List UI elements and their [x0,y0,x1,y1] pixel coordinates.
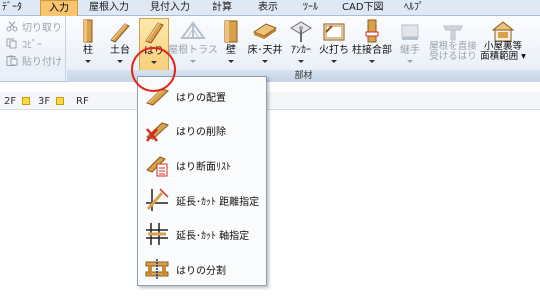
brace-icon [323,23,345,41]
floor-3f-label: 3F [38,95,51,107]
floor-ceiling-icon [252,23,278,39]
menu-item-label: 延長･ｶｯﾄ 軸指定 [176,230,250,242]
attic-area-label-line2: 面積範囲 [480,51,519,62]
scissors-icon [6,21,18,32]
joint-button[interactable]: 継手 [395,18,425,72]
clipboard-group: 切り取り ｺﾋﾟｰ 貼り付け [0,16,66,82]
tab-data[interactable]: ﾃﾞｰﾀ [2,0,42,16]
menu-item-label: はりの配置 [176,92,226,104]
roof-beam-button[interactable]: 屋根を直接 受けるはり [429,18,477,72]
menu-item-label: はりの分割 [176,265,226,277]
chevron-down-icon [117,60,123,63]
floor-2f[interactable]: 2F [4,94,31,108]
beam-dropdown-menu: はりの配置 はりの削除 はり断面ﾘｽﾄ 延長･ｶｯﾄ 距離指定 延長･ｶｯﾄ 軸… [137,76,267,286]
tab-input[interactable]: 入力 [40,0,78,16]
tab-view[interactable]: 表示 [258,0,288,16]
tab-tools[interactable]: ﾂｰﾙ [303,0,333,16]
attic-area-label: 小屋裏等 面積範囲 ▾ [480,41,526,62]
floor-rf[interactable]: RF [76,94,89,108]
roof-truss-button[interactable]: 屋根トラス [168,18,218,72]
copy-icon [6,38,17,49]
ribbon: 切り取り ｺﾋﾟｰ 貼り付け 柱 土台 はり 屋根トラス 壁 床･天井 ｱﾝｶｰ… [0,16,540,82]
wall-icon [224,20,238,43]
floor-2f-label: 2F [4,95,17,107]
menu-item-extend-cut-distance[interactable]: 延長･ｶｯﾄ 距離指定 [141,185,263,215]
menu-bar: ﾃﾞｰﾀ 入力 屋根入力 見付入力 計算 表示 ﾂｰﾙ CAD下図 ﾍﾙﾌﾟ [0,0,540,16]
beam-delete-icon [146,122,169,142]
chevron-down-icon [331,60,337,63]
floor-ceiling-button[interactable]: 床･天井 [247,18,283,72]
chevron-down-icon [190,60,196,63]
paste-icon [6,55,18,66]
floor-3f[interactable]: 3F [38,94,65,108]
floor-bar: 2F 3F RF [0,92,540,110]
column-joint-icon [365,19,379,43]
roof-beam-label-line2: 受けるはり [429,51,477,62]
menu-item-label: 延長･ｶｯﾄ 距離指定 [176,196,260,208]
extend-cut-axis-icon [146,223,168,245]
tab-elevation-input[interactable]: 見付入力 [150,0,200,16]
highlight-circle [131,47,176,92]
chevron-down-icon [262,60,268,63]
tab-calculation[interactable]: 計算 [212,0,242,16]
roof-truss-icon [180,21,206,39]
menu-item-beam-split[interactable]: はりの分割 [141,254,263,284]
chevron-down-icon [369,60,375,63]
floor-rf-label: RF [76,95,89,107]
sill-icon [110,23,130,43]
cut-button[interactable]: 切り取り [6,19,62,34]
tab-roof-input[interactable]: 屋根入力 [89,0,139,16]
joint-icon [401,24,419,40]
chevron-down-icon [298,60,304,63]
menu-item-label: はりの削除 [176,126,226,138]
attic-area-button[interactable]: 小屋裏等 面積範囲 ▾ [480,18,526,72]
copy-label: ｺﾋﾟｰ [22,40,42,51]
copy-button[interactable]: ｺﾋﾟｰ [6,36,42,51]
floor-2f-checkbox[interactable] [22,97,31,105]
menu-item-extend-cut-axis[interactable]: 延長･ｶｯﾄ 軸指定 [141,219,263,249]
roof-beam-label: 屋根を直接 受けるはり [425,42,481,62]
paste-label: 貼り付け [22,57,62,68]
menu-item-beam-delete[interactable]: はりの削除 [141,115,263,145]
cut-label: 切り取り [22,23,62,34]
floor-3f-checkbox[interactable] [56,97,65,105]
chevron-down-icon [85,60,91,63]
paste-button[interactable]: 貼り付け [6,53,62,68]
extend-cut-distance-icon [146,188,169,211]
beam-icon [145,22,164,44]
chevron-down-icon [228,60,234,63]
anchor-icon [290,21,312,42]
brace-button[interactable]: 火打ち [318,18,350,72]
beam-section-list-icon [146,156,168,177]
column-joint-button[interactable]: 柱接合部 [352,18,392,72]
tab-help[interactable]: ﾍﾙﾌﾟ [404,0,434,16]
pillar-icon [83,19,93,43]
chevron-down-icon [407,60,413,63]
menu-item-beam-section-list[interactable]: はり断面ﾘｽﾄ [141,150,263,180]
beam-split-icon [145,259,169,280]
tab-cad-underlay[interactable]: CAD下図 [342,0,398,16]
menu-item-label: はり断面ﾘｽﾄ [176,161,231,173]
